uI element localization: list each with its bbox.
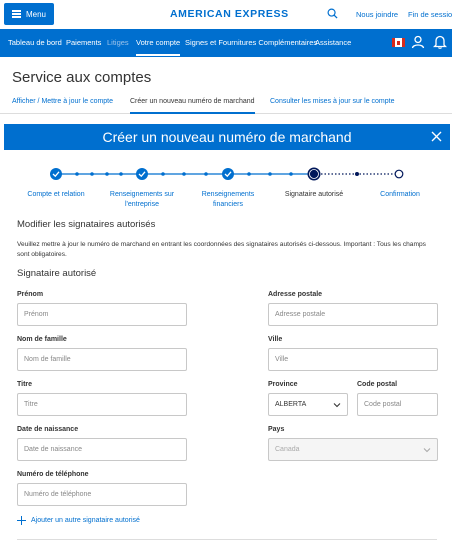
address-input[interactable]: Adresse postale: [268, 303, 438, 326]
phone-input[interactable]: Numéro de téléphone: [17, 483, 187, 506]
modal-title: Créer un nouveau numéro de marchand: [102, 129, 352, 145]
step-pending-icon: [394, 169, 404, 179]
step-complete-icon: [50, 168, 62, 180]
canada-flag-icon[interactable]: [392, 38, 405, 47]
first-name-input[interactable]: Prénom: [17, 303, 187, 326]
nav-dashboard[interactable]: Tableau de bord: [8, 38, 62, 47]
tab-create-merchant[interactable]: Créer un nouveau numéro de marchand: [130, 98, 255, 114]
signatory-title: Signataire autorisé: [17, 268, 97, 279]
province-select[interactable]: ALBERTA: [268, 393, 348, 416]
city-placeholder: Ville: [275, 356, 289, 363]
phone-label: Numéro de téléphone: [17, 471, 89, 478]
step-business-info: Renseignements sur l'entreprise: [109, 191, 175, 208]
page-title: Service aux comptes: [12, 69, 152, 86]
phone-placeholder: Numéro de téléphone: [24, 491, 92, 498]
step-account-relationship: Compte et relation: [27, 191, 85, 198]
menu-label: Menu: [25, 9, 46, 19]
nav-disputes[interactable]: Litiges: [107, 38, 129, 47]
address-label: Adresse postale: [268, 291, 323, 298]
step-current-icon: [307, 167, 321, 181]
user-icon[interactable]: [411, 35, 425, 49]
sub-tabs: Afficher / Mettre à jour le compte Créer…: [0, 92, 452, 114]
chevron-down-icon: [333, 403, 341, 408]
step-complete-icon: [222, 168, 234, 180]
menu-button[interactable]: Menu: [4, 3, 54, 25]
progress-stepper: [0, 165, 452, 185]
nav-supplies[interactable]: Signes et Fournitures Complémentaires: [185, 38, 317, 47]
step-financial-info: Renseignements financiers: [201, 191, 255, 208]
modal-header: Créer un nouveau numéro de marchand: [4, 124, 450, 150]
first-name-placeholder: Prénom: [24, 311, 49, 318]
birth-date-label: Date de naissance: [17, 426, 79, 433]
plus-icon: [17, 516, 26, 525]
birth-date-placeholder: Date de naissance: [24, 446, 82, 453]
province-value: ALBERTA: [275, 401, 307, 408]
search-icon[interactable]: [327, 8, 338, 19]
nav-your-account[interactable]: Votre compte: [136, 38, 181, 56]
tab-account-updates[interactable]: Consulter les mises à jour sur le compte: [270, 98, 395, 105]
brand-logo[interactable]: AMERICAN EXPRESS: [170, 8, 289, 20]
step-complete-icon: [136, 168, 148, 180]
intro-text: Veuillez mettre à jour le numéro de marc…: [17, 241, 426, 258]
close-icon[interactable]: [431, 131, 442, 142]
contact-link[interactable]: Nous joindre: [356, 10, 398, 19]
top-bar: Menu AMERICAN EXPRESS Nous joindre Fin d…: [0, 0, 452, 29]
postal-code-input[interactable]: Code postal: [357, 393, 438, 416]
city-label: Ville: [268, 336, 283, 343]
last-name-input[interactable]: Nom de famille: [17, 348, 187, 371]
step-authorized-signatory: Signataire autorisé: [284, 191, 344, 198]
country-label: Pays: [268, 426, 285, 433]
birth-date-input[interactable]: Date de naissance: [17, 438, 187, 461]
postal-code-placeholder: Code postal: [364, 401, 402, 408]
postal-code-label: Code postal: [357, 381, 398, 388]
job-title-label: Titre: [17, 381, 33, 388]
last-name-label: Nom de famille: [17, 336, 67, 343]
job-title-input[interactable]: Titre: [17, 393, 187, 416]
add-signatory-label: Ajouter un autre signataire autorisé: [31, 517, 140, 524]
add-signatory-link[interactable]: Ajouter un autre signataire autorisé: [17, 516, 140, 525]
city-input[interactable]: Ville: [268, 348, 438, 371]
country-value: Canada: [275, 446, 300, 453]
tab-view-update-account[interactable]: Afficher / Mettre à jour le compte: [12, 98, 113, 105]
logout-link[interactable]: Fin de session: [408, 10, 452, 19]
last-name-placeholder: Nom de famille: [24, 356, 71, 363]
bell-icon[interactable]: [433, 35, 447, 49]
province-label: Province: [268, 381, 298, 388]
country-select[interactable]: Canada: [268, 438, 438, 461]
nav-payments[interactable]: Paiements: [66, 38, 101, 47]
hamburger-icon: [11, 9, 21, 20]
chevron-down-icon: [423, 448, 431, 453]
job-title-placeholder: Titre: [24, 401, 38, 408]
address-placeholder: Adresse postale: [275, 311, 326, 318]
step-confirmation: Confirmation: [380, 191, 420, 198]
divider: [17, 539, 437, 540]
nav-assistance[interactable]: Assistance: [315, 38, 351, 47]
first-name-label: Prénom: [17, 291, 44, 298]
section-title: Modifier les signataires autorisés: [17, 219, 156, 230]
